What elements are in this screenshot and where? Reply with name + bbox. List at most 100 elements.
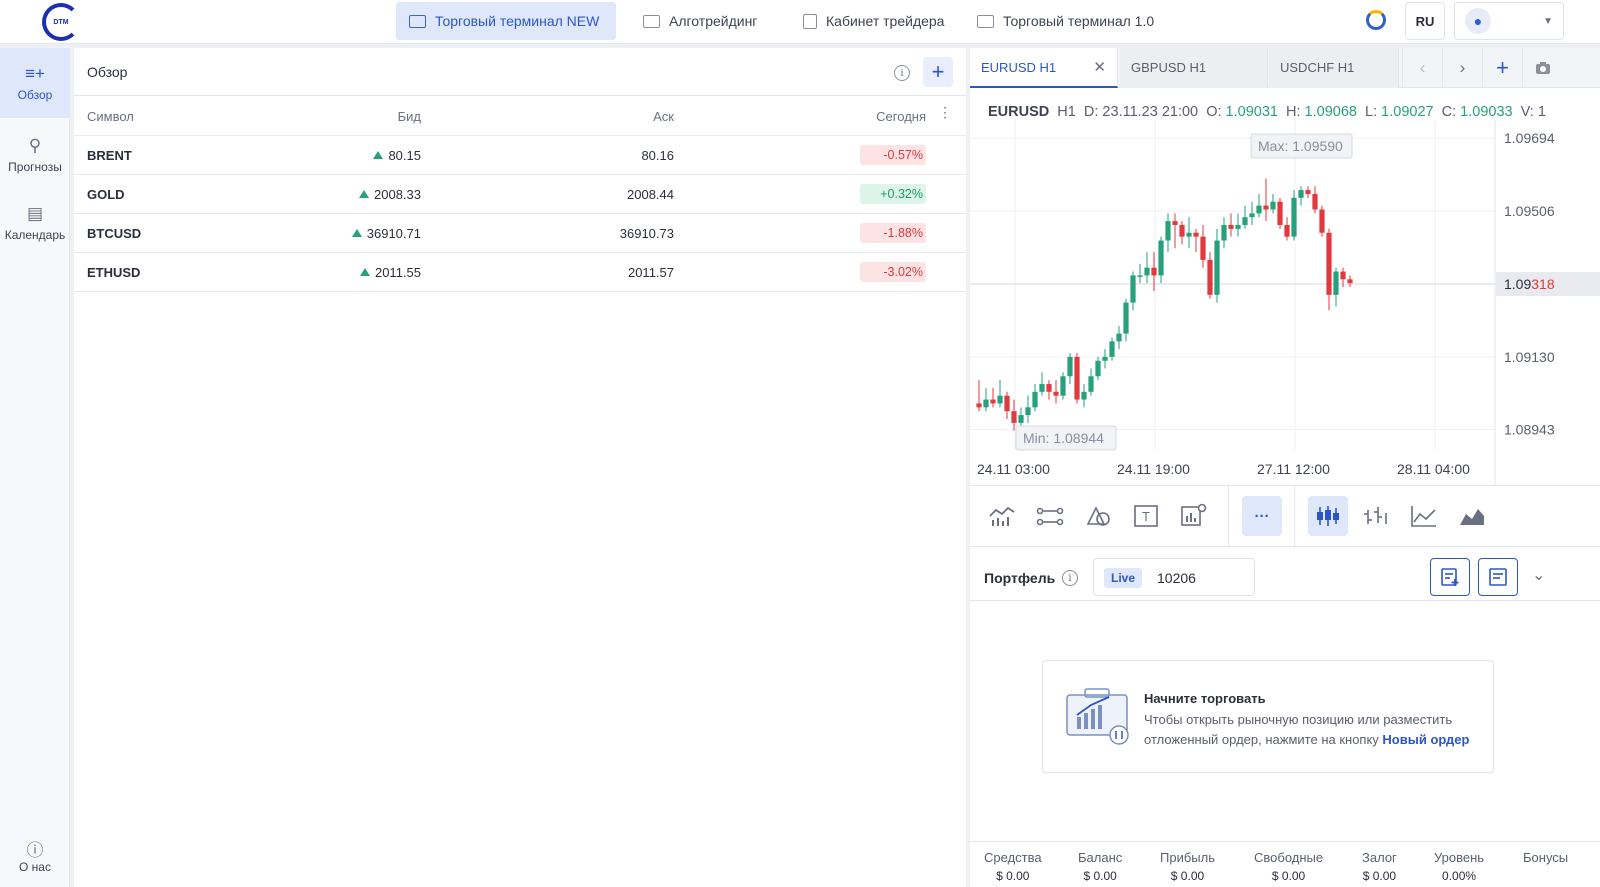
table-row[interactable]: BRENT 80.15 80.16 -0.57% [74,136,966,175]
nav-label: Торговый терминал 1.0 [1003,13,1155,29]
sidebar-item-about[interactable]: ⓘ О нас [0,820,70,887]
ask-cell: 2011.57 [627,265,674,280]
theme-toggle-icon[interactable] [1366,10,1386,30]
candle-body [1165,221,1171,241]
candle-body [1130,275,1136,303]
area-chart-icon[interactable] [1452,496,1492,536]
new-order-link[interactable]: Новый ордер [1382,732,1469,747]
account-selector[interactable]: Live 10206 [1093,558,1255,596]
add-symbol-button[interactable]: + [923,57,953,87]
price-prefix: 1.09 [1504,276,1531,292]
column-ask[interactable]: Аск [653,109,674,124]
candle-body [1277,201,1283,225]
table-header: Символ Бид Аск Сегодня ⋮ [74,97,966,136]
y-tick-label: 1.09130 [1504,349,1555,365]
search-chart-icon: ⚲ [28,136,42,155]
candle-body [1235,224,1241,229]
line-tool-icon[interactable] [1030,496,1070,536]
tab-usdchf[interactable]: USDCHF H1 [1269,48,1399,88]
candle-body [1172,221,1178,225]
stat-value: $ 0.00 [1170,869,1205,883]
language-button[interactable]: RU [1405,2,1445,40]
nav-trading-terminal-1[interactable]: Торговый терминал 1.0 [964,2,1167,40]
logo[interactable]: DTM [42,3,80,41]
symbol-cell: ETHUSD [87,265,141,280]
candle-body [1186,232,1192,237]
tab-eurusd[interactable]: EURUSD H1 ✕ [970,48,1118,88]
portfolio-panel: Портфель i Live 10206 ⌄ Начните торговат… [970,553,1600,887]
close-icon[interactable]: ✕ [1093,58,1106,76]
add-chart-icon[interactable]: + [1482,48,1522,88]
indicators-icon[interactable] [982,496,1022,536]
candle-body [1333,271,1339,295]
bars-icon[interactable] [1356,496,1396,536]
panel-title: Обзор [87,64,128,80]
candle-body [1179,224,1185,237]
logo-text: DTM [53,18,69,26]
price-chart[interactable]: 1.09694 1.09506 1.09130 1.08943 1.09318 24.11… [970,120,1600,485]
ohlc-date: D: 23.11.23 21:00 [1083,104,1199,120]
column-symbol[interactable]: Символ [87,109,134,124]
bid-value: 2011.55 [374,265,421,280]
candle-body [1312,193,1318,210]
candle-body [1095,360,1101,377]
nav-algotrading[interactable]: Алготрейдинг [630,2,770,40]
price-up-icon [351,229,362,237]
text-tool-icon[interactable]: T [1126,496,1166,536]
sidebar-item-forecasts[interactable]: ⚲ Прогнозы [0,120,70,190]
sidebar-item-label: Прогнозы [8,160,62,174]
user-menu-button[interactable]: ● ▼ [1454,2,1564,40]
chart-window-icon [409,14,426,28]
algo-icon [643,14,660,28]
candle-body [1011,411,1017,423]
portfolio-header: Портфель i Live 10206 ⌄ [970,553,1600,601]
candle-body [1053,391,1059,396]
shapes-icon[interactable] [1078,496,1118,536]
candle-body [1151,267,1157,276]
tab-gbpusd[interactable]: GBPUSD H1 [1120,48,1268,88]
bid-cell: 36910.71 [351,226,421,241]
y-tick-label: 1.09694 [1504,130,1555,146]
chevron-down-icon: ▼ [1543,16,1553,27]
candles-icon[interactable] [1308,496,1348,536]
more-vertical-icon[interactable]: ⋮ [938,105,952,119]
candle-body [1067,356,1073,377]
nav-label: Торговый терминал NEW [435,13,600,29]
info-icon[interactable]: i [894,65,910,81]
min-label: Min: 1.08944 [1023,430,1104,446]
candle-body [1305,190,1311,194]
table-row[interactable]: ETHUSD 2011.55 2011.57 -3.02% [74,253,966,292]
stat-bonus: Бонусы [1523,850,1568,869]
stat-value: $ 0.00 [996,869,1030,883]
column-today[interactable]: Сегодня [876,109,926,124]
sidebar-item-overview[interactable]: ≡+ Обзор [0,48,70,118]
new-order-button[interactable] [1430,558,1470,596]
nav-trader-cabinet[interactable]: Кабинет трейдера [790,2,957,40]
table-row[interactable]: GOLD 2008.33 2008.44 +0.32% [74,175,966,214]
price-up-icon [373,151,384,159]
chevron-left-icon[interactable]: ‹ [1402,48,1442,88]
column-bid[interactable]: Бид [398,109,421,124]
camera-icon[interactable] [1522,48,1562,88]
max-label: Max: 1.09590 [1258,138,1343,154]
nav-trading-terminal-new[interactable]: Торговый терминал NEW [396,2,616,40]
line-chart-icon[interactable] [1404,496,1444,536]
x-tick-label: 28.11 04:00 [1397,461,1470,477]
orders-list-button[interactable] [1478,558,1518,596]
info-icon[interactable]: i [1062,570,1078,586]
sidebar-item-calendar[interactable]: ▤ Календарь [0,188,70,258]
candle-body [1270,201,1276,210]
stat-margin: Залог $ 0.00 [1362,850,1397,883]
collapse-icon[interactable]: ⌄ [1532,565,1545,585]
chart-settings-icon[interactable] [1174,496,1214,536]
candle-body [976,403,982,408]
candle-body [1193,232,1199,237]
table-row[interactable]: BTCUSD 36910.71 36910.73 -1.88% [74,214,966,253]
candle-body [1228,224,1234,229]
left-sidebar: ≡+ Обзор ⚲ Прогнозы ▤ Календарь ⓘ О нас [0,48,70,887]
chevron-right-icon[interactable]: › [1442,48,1482,88]
more-icon[interactable]: ··· [1242,496,1282,536]
chart-tabs: EURUSD H1 ✕ GBPUSD H1 USDCHF H1 ‹ › + [970,48,1600,88]
stat-label: Баланс [1078,850,1123,865]
stat-label: Свободные [1254,850,1324,865]
